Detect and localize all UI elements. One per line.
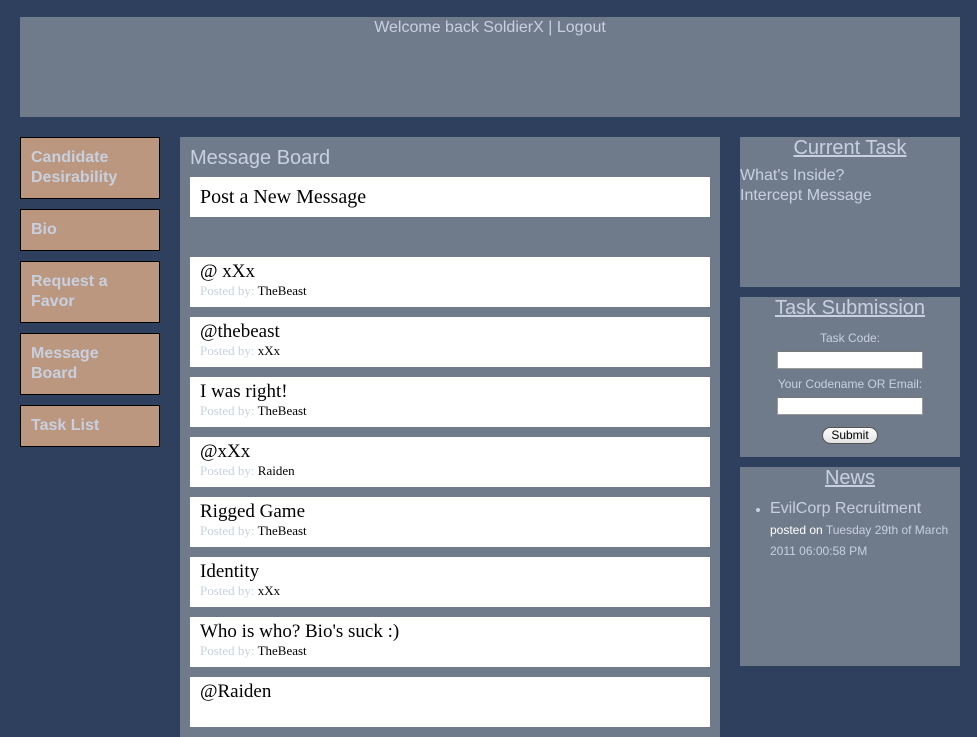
message-meta: Posted by: TheBeast: [200, 523, 700, 539]
message-title[interactable]: Who is who? Bio's suck :): [200, 621, 700, 643]
nav-task-list[interactable]: Task List: [20, 405, 160, 447]
nav-request-favor[interactable]: Request a Favor: [20, 261, 160, 323]
message-title[interactable]: Rigged Game: [200, 501, 700, 523]
posted-by-label: Posted by:: [200, 463, 255, 478]
news-posted: posted on Tuesday 29th of March 2011 06:…: [770, 520, 960, 562]
message-title[interactable]: @thebeast: [200, 321, 700, 343]
separator: |: [548, 19, 553, 36]
message-author: TheBeast: [257, 403, 307, 418]
nav-bio[interactable]: Bio: [20, 209, 160, 251]
current-task-title[interactable]: Current Task: [740, 137, 960, 159]
message-title[interactable]: @xXx: [200, 441, 700, 463]
message-author: xXx: [257, 343, 281, 358]
task-submission-panel: Task Submission Task Code: Your Codename…: [740, 297, 960, 457]
message-meta: Posted by: TheBeast: [200, 403, 700, 419]
current-task-panel: Current Task What's Inside? Intercept Me…: [740, 137, 960, 287]
message-list: @ xXx Posted by: TheBeast @thebeast Posted …: [190, 257, 710, 737]
message-author: xXx: [257, 583, 281, 598]
message-row[interactable]: I was right! Posted by: TheBeast: [190, 377, 710, 427]
submit-button[interactable]: Submit: [822, 427, 878, 444]
message-row[interactable]: @thebeast Posted by: xXx: [190, 317, 710, 367]
message-meta: Posted by: xXx: [200, 583, 700, 599]
codename-label: Your Codename OR Email:: [777, 377, 923, 391]
message-row[interactable]: Rigged Game Posted by: TheBeast: [190, 497, 710, 547]
posted-by-label: Posted by:: [200, 343, 255, 358]
message-row[interactable]: Identity Posted by: xXx: [190, 557, 710, 607]
posted-by-label: Posted by:: [200, 643, 255, 658]
welcome-text: Welcome back SoldierX: [374, 19, 544, 36]
task-link[interactable]: Intercept Message: [740, 186, 960, 206]
sidebar-nav: Candidate Desirability Bio Request a Fav…: [20, 137, 160, 457]
logout-link[interactable]: Logout: [557, 19, 606, 36]
message-meta: Posted by: TheBeast: [200, 283, 700, 299]
message-author: TheBeast: [257, 283, 307, 298]
posted-by-label: Posted by:: [200, 583, 255, 598]
message-title[interactable]: @ xXx: [200, 261, 700, 283]
message-meta: Posted by: Raiden: [200, 463, 700, 479]
welcome-bar: Welcome back SoldierX | Logout: [20, 19, 960, 37]
nav-candidate-desirability[interactable]: Candidate Desirability: [20, 137, 160, 199]
nav-message-board[interactable]: Message Board: [20, 333, 160, 395]
codename-input[interactable]: [777, 397, 923, 415]
task-list: What's Inside? Intercept Message: [740, 166, 960, 206]
news-list: EvilCorp Recruitment posted on Tuesday 2…: [740, 499, 960, 562]
message-title[interactable]: I was right!: [200, 381, 700, 403]
message-row[interactable]: @ xXx Posted by: TheBeast: [190, 257, 710, 307]
message-meta: Posted by: TheBeast: [200, 643, 700, 659]
task-code-label: Task Code:: [819, 331, 881, 345]
message-title[interactable]: Identity: [200, 561, 700, 583]
message-author: TheBeast: [257, 523, 307, 538]
task-submission-title[interactable]: Task Submission: [740, 297, 960, 319]
news-title[interactable]: News: [740, 467, 960, 489]
message-title[interactable]: @Raiden: [200, 681, 700, 703]
posted-by-label: Posted by:: [200, 283, 255, 298]
news-headline[interactable]: EvilCorp Recruitment: [770, 499, 960, 519]
post-new-message-button[interactable]: Post a New Message: [190, 177, 710, 217]
news-panel: News EvilCorp Recruitment posted on Tues…: [740, 467, 960, 666]
posted-on-label: posted on: [770, 523, 823, 537]
message-meta: Posted by: xXx: [200, 343, 700, 359]
message-author: TheBeast: [257, 643, 307, 658]
news-item: EvilCorp Recruitment posted on Tuesday 2…: [770, 499, 960, 562]
message-board-panel: Message Board Post a New Message @ xXx Po…: [180, 137, 720, 737]
task-code-input[interactable]: [777, 351, 923, 369]
message-row[interactable]: Who is who? Bio's suck :) Posted by: TheB…: [190, 617, 710, 667]
task-link[interactable]: What's Inside?: [740, 166, 960, 186]
page-title: Message Board: [190, 147, 331, 169]
posted-by-label: Posted by:: [200, 523, 255, 538]
message-row[interactable]: @Raiden: [190, 677, 710, 727]
header-banner: Welcome back SoldierX | Logout: [20, 17, 960, 117]
posted-by-label: Posted by:: [200, 403, 255, 418]
message-author: Raiden: [257, 463, 295, 478]
message-row[interactable]: @xXx Posted by: Raiden: [190, 437, 710, 487]
